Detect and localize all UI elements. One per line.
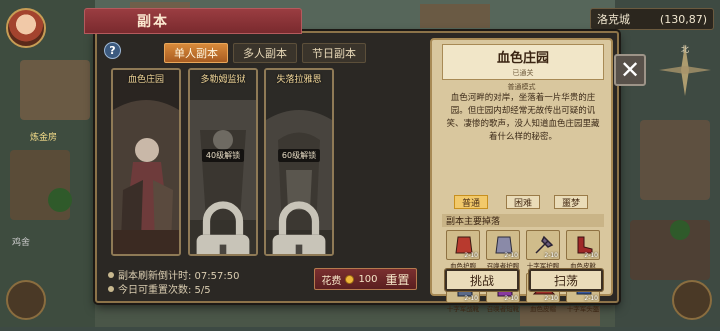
dungeon-card-crimson-manor[interactable]: 血色庄园 xyxy=(111,68,181,256)
detail-title: 血色庄园 xyxy=(496,50,549,66)
compass-north-label: 北 xyxy=(681,45,689,54)
gold-coin-icon xyxy=(345,274,355,284)
city-location-bar: 洛克城 (130,87) xyxy=(590,8,714,30)
tab-single-dungeon[interactable]: 单人副本 xyxy=(164,43,228,63)
refresh-countdown-text: 副本刷新倒计时: 07:57:50 xyxy=(118,271,240,282)
drop-name: 血色皮帽 xyxy=(530,305,556,313)
dungeon-detail-panel: 血色庄园 已通关 普通模式 血色河畔的对岸，坐落着一片华贵的庄园。但庄园内却经常… xyxy=(430,38,613,313)
drop-qty: 2-10 xyxy=(584,252,598,259)
sweep-button[interactable]: 扫荡 xyxy=(528,268,604,292)
close-icon: ✕ xyxy=(619,56,641,84)
bullet-icon xyxy=(108,271,114,278)
clear-status: 已通关 xyxy=(512,68,534,77)
drop-qty: 2-10 xyxy=(544,252,558,259)
dungeon-card-prison[interactable]: 多勒姆监狱 40级解锁 xyxy=(188,68,258,256)
difficulty-hard-button[interactable]: 困难 xyxy=(506,195,540,209)
reset-button[interactable]: 花费 100 重置 xyxy=(314,268,417,290)
drop-slot: 2-10 xyxy=(486,230,520,260)
detail-mode: 普通模式 xyxy=(507,83,536,91)
drop-slot: 2-10 xyxy=(566,230,600,260)
crimson-manor-artwork xyxy=(113,70,179,254)
city-name: 洛克城 xyxy=(597,13,630,26)
drop-item[interactable]: 2-10 血色护腕 xyxy=(446,230,480,270)
drop-qty: 2-10 xyxy=(504,295,518,302)
lock-overlay: 40级解锁 xyxy=(190,146,256,254)
dungeon-card-title: 失落拉雅恩 xyxy=(276,75,322,85)
challenge-button[interactable]: 挑战 xyxy=(444,268,520,292)
map-building-label: 鸡舍 xyxy=(12,238,31,248)
reset-cost-value: 100 xyxy=(358,273,378,285)
difficulty-normal-button[interactable]: 普通 xyxy=(454,195,488,209)
detail-title-box: 血色庄园 已通关 xyxy=(442,44,604,80)
bullet-icon xyxy=(108,285,114,292)
drop-name: 十字军头盔 xyxy=(566,305,600,313)
drop-slot: 2-10 xyxy=(446,230,480,260)
drops-header: 副本主要掉落 xyxy=(442,214,604,227)
tab-multi-dungeon[interactable]: 多人副本 xyxy=(233,43,297,63)
dialog-title: 副本 xyxy=(84,8,302,34)
map-building-label: 炼金房 xyxy=(30,133,58,143)
dungeon-description: 血色河畔的对岸，坐落着一片华贵的庄园。但庄园内却经常无故传出可疑的讥笑、凄惨的歌… xyxy=(446,93,600,142)
dungeon-card-lost-rayane[interactable]: 失落拉雅恩 60级解锁 xyxy=(264,68,334,256)
drop-item[interactable]: 2-10 召唤者护腕 xyxy=(486,230,520,270)
drop-name: 召唤者短靴 xyxy=(486,305,520,313)
lock-icon xyxy=(272,201,326,254)
difficulty-nightmare-button[interactable]: 噩梦 xyxy=(554,195,588,209)
reset-count: 今日可重置次数: 5/5 xyxy=(108,281,211,296)
dungeon-card-title: 血色庄园 xyxy=(127,75,164,85)
dungeon-card-title: 多勒姆监狱 xyxy=(200,75,246,85)
bottom-left-menu-button[interactable] xyxy=(6,280,46,320)
tab-holiday-dungeon[interactable]: 节日副本 xyxy=(302,43,366,63)
reset-button-label: 重置 xyxy=(385,272,410,287)
lock-overlay: 60级解锁 xyxy=(266,146,332,254)
drop-qty: 2-10 xyxy=(464,295,478,302)
reset-count-text: 今日可重置次数: 5/5 xyxy=(118,285,211,296)
city-coords: (130,87) xyxy=(659,12,707,26)
drop-name: 十字军战靴 xyxy=(446,305,480,313)
help-button[interactable]: ? xyxy=(104,42,121,59)
lock-icon xyxy=(196,201,250,254)
drop-item[interactable]: 2-10 十字军护腕 xyxy=(526,230,560,270)
drop-qty: 2-10 xyxy=(504,252,518,259)
reset-cost-label: 花费 xyxy=(321,275,342,287)
refresh-countdown: 副本刷新倒计时: 07:57:50 xyxy=(108,267,239,282)
drop-item[interactable]: 2-10 血色皮靴 xyxy=(566,230,600,270)
player-avatar[interactable] xyxy=(6,8,46,48)
compass-icon: 北 xyxy=(659,44,711,96)
bottom-right-menu-button[interactable] xyxy=(672,280,712,320)
drop-qty: 2-10 xyxy=(584,295,598,302)
drop-qty: 2-10 xyxy=(544,295,558,302)
drop-qty: 2-10 xyxy=(464,252,478,259)
close-button[interactable]: ✕ xyxy=(614,54,646,86)
drop-slot: 2-10 xyxy=(526,230,560,260)
